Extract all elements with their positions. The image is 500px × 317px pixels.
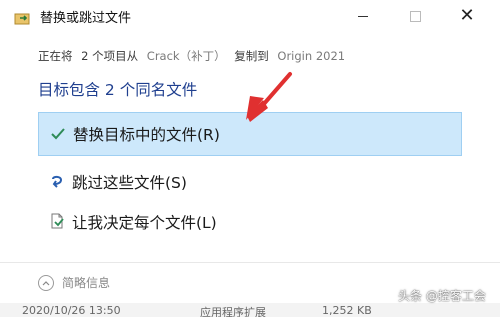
close-button[interactable]: ✕ (444, 0, 490, 32)
decide-each-option[interactable]: 让我决定每个文件(L) (38, 200, 462, 244)
copy-info-line: 正在将 2 个项目从 Crack（补丁） 复制到 Origin 2021 (38, 48, 345, 64)
file-info-strip: 2020/10/26 13:50 应用程序扩展 1,252 KB (0, 303, 500, 317)
file-size: 1,252 KB (322, 304, 372, 317)
info-count: 2 个项目从 (81, 49, 139, 63)
skip-arrow-icon (46, 174, 68, 190)
conflict-heading: 目标包含 2 个同名文件 (38, 81, 198, 99)
details-label: 简略信息 (62, 276, 111, 290)
skip-files-option[interactable]: 跳过这些文件(S) (38, 160, 462, 204)
maximize-icon (409, 10, 421, 22)
info-prefix: 正在将 (38, 49, 73, 63)
minimize-icon (358, 15, 368, 17)
decide-each-label: 让我决定每个文件(L) (72, 214, 217, 232)
info-destination[interactable]: Origin 2021 (277, 49, 345, 63)
window-title: 替换或跳过文件 (40, 11, 132, 26)
file-type: 应用程序扩展 (200, 306, 266, 317)
watermark: 头条 @控客工会 (398, 289, 486, 303)
file-move-icon (14, 10, 32, 25)
footer-divider (0, 262, 500, 263)
close-icon: ✕ (459, 5, 475, 26)
info-source[interactable]: Crack（补丁） (147, 49, 226, 63)
info-copied-to: 复制到 (234, 49, 269, 63)
title-bar: 替换或跳过文件 ✕ (0, 0, 500, 32)
replace-files-option[interactable]: 替换目标中的文件(R) (38, 112, 462, 156)
file-date: 2020/10/26 13:50 (22, 304, 121, 317)
details-toggle[interactable]: 简略信息 (38, 274, 110, 291)
minimize-button[interactable] (340, 0, 386, 32)
replace-files-label: 替换目标中的文件(R) (73, 126, 220, 144)
maximize-button[interactable] (392, 0, 438, 32)
document-choose-icon (46, 213, 68, 231)
chevron-up-icon (38, 274, 54, 291)
skip-files-label: 跳过这些文件(S) (72, 174, 187, 192)
checkmark-icon (47, 127, 69, 141)
